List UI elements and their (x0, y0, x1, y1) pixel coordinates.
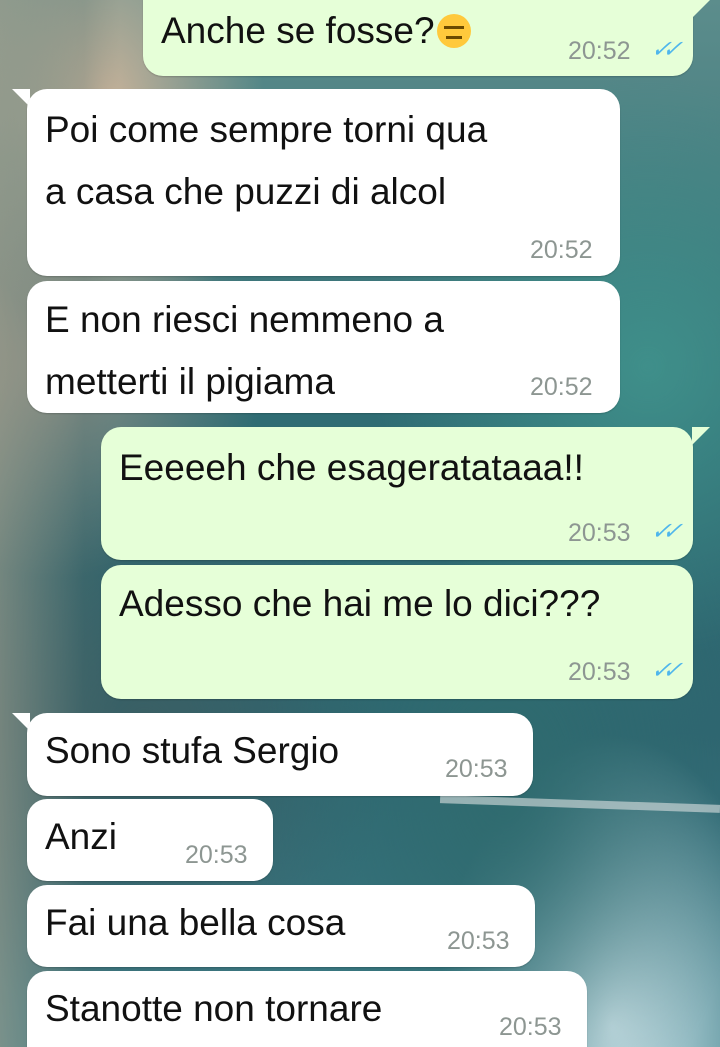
message-bubble-incoming[interactable]: Stanotte non tornare 20:53 (27, 971, 587, 1047)
wallpaper-road (439, 795, 720, 813)
message-text: Eeeeeh che esageratataaa!! (119, 447, 584, 488)
message-timestamp: 20:52 (568, 37, 631, 65)
message-timestamp: 20:52 (530, 373, 593, 401)
message-text: Stanotte non tornare (45, 988, 383, 1029)
double-check-icon: ✓✓ (648, 657, 681, 684)
message-text: E non riesci nemmeno a metterti il pigia… (45, 299, 444, 402)
message-bubble-outgoing[interactable]: Anche se fosse? 20:52 ✓✓ (143, 0, 693, 76)
message-timestamp: 20:53 (568, 658, 631, 686)
message-bubble-incoming[interactable]: Sono stufa Sergio 20:53 (27, 713, 533, 796)
bubble-tail (692, 0, 710, 18)
double-check-icon: ✓✓ (648, 518, 681, 545)
message-timestamp: 20:53 (445, 755, 508, 783)
message-text: Poi come sempre torni qua a casa che puz… (45, 109, 488, 212)
message-text: Anzi (45, 816, 117, 857)
message-bubble-outgoing[interactable]: Adesso che hai me lo dici??? 20:53 ✓✓ (101, 565, 693, 699)
message-bubble-incoming[interactable]: Poi come sempre torni qua a casa che puz… (27, 89, 620, 276)
message-text: Adesso che hai me lo dici??? (119, 583, 601, 624)
message-bubble-incoming[interactable]: E non riesci nemmeno a metterti il pigia… (27, 281, 620, 413)
message-timestamp: 20:53 (499, 1013, 562, 1041)
message-bubble-outgoing[interactable]: Eeeeeh che esageratataaa!! 20:53 ✓✓ (101, 427, 693, 560)
message-text: Sono stufa Sergio (45, 730, 340, 771)
message-timestamp: 20:53 (568, 519, 631, 547)
message-bubble-incoming[interactable]: Anzi 20:53 (27, 799, 273, 881)
message-timestamp: 20:53 (447, 927, 510, 955)
message-bubble-incoming[interactable]: Fai una bella cosa 20:53 (27, 885, 535, 967)
bubble-tail (692, 427, 710, 445)
expressionless-face-emoji (436, 14, 471, 48)
double-check-icon: ✓✓ (648, 36, 681, 63)
message-timestamp: 20:53 (185, 841, 248, 869)
message-text: Fai una bella cosa (45, 902, 346, 943)
message-timestamp: 20:52 (530, 236, 593, 264)
message-text: Anche se fosse? (161, 0, 471, 62)
